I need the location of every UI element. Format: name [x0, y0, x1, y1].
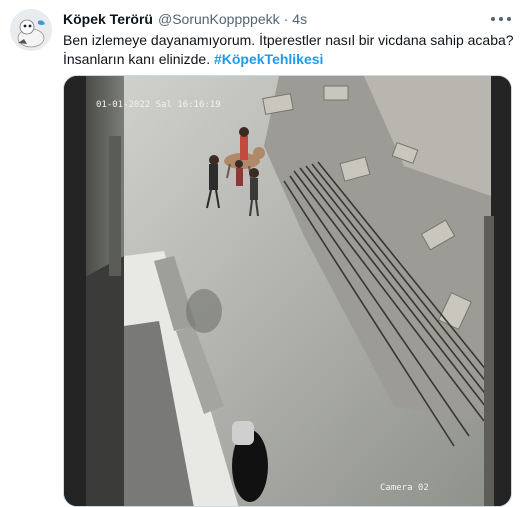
- tweet-header: Köpek Terörü @SorunKoppppekk · 4s: [63, 11, 485, 29]
- tweet-media[interactable]: 01-01-2022 Sal 16:16:19 Camera 02: [63, 75, 512, 507]
- tweet-text-line-1: Ben izlemeye dayanamıyorum. İtperestler …: [63, 32, 514, 48]
- cctv-timestamp: 01-01-2022 Sal 16:16:19: [96, 100, 221, 110]
- hashtag-link[interactable]: #KöpekTehlikesi: [214, 51, 323, 67]
- more-options-icon[interactable]: [491, 12, 511, 26]
- author-name[interactable]: Köpek Terörü: [63, 11, 153, 27]
- cctv-frame: 01-01-2022 Sal 16:16:19 Camera 02: [64, 76, 511, 506]
- tweet-time[interactable]: 4s: [292, 11, 307, 27]
- tweet-text-line-2-body: İnsanların kanı elinizde.: [63, 51, 211, 67]
- separator-dot: ·: [283, 11, 289, 27]
- tweet-text: Ben izlemeye dayanamıyorum. İtperestler …: [63, 31, 514, 69]
- avatar[interactable]: [10, 9, 52, 51]
- cctv-camera-label: Camera 02: [380, 483, 429, 493]
- avatar-image: [10, 9, 52, 51]
- tweet-text-line-2: İnsanların kanı elinizde. #KöpekTehlikes…: [63, 50, 503, 69]
- author-handle[interactable]: @SorunKoppppekk: [158, 11, 280, 27]
